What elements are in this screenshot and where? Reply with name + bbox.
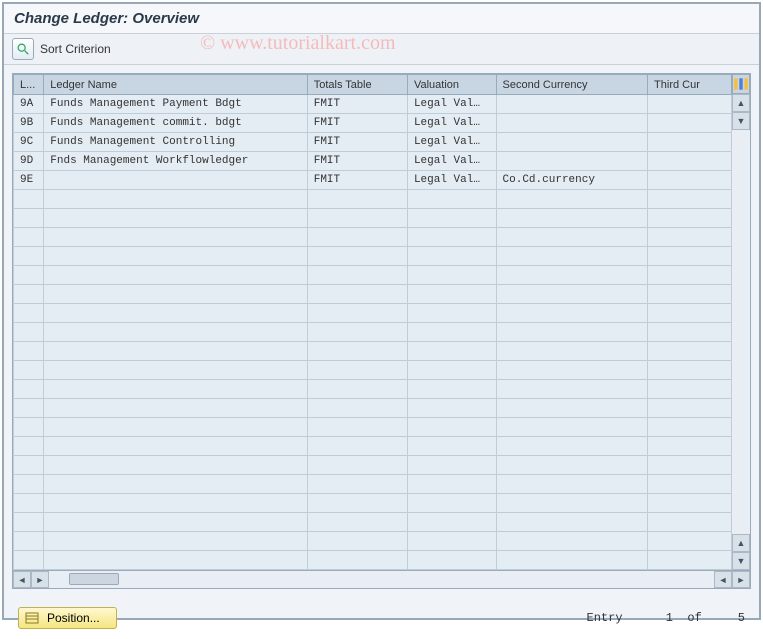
table-row-empty[interactable] — [14, 323, 732, 342]
vertical-scrollbar[interactable]: ▲ ▼ ▲ ▼ — [732, 74, 750, 570]
cell-valuation[interactable]: Legal Val… — [407, 152, 496, 171]
cell-l[interactable]: 9A — [14, 95, 44, 114]
col-header-name[interactable]: Ledger Name — [44, 75, 307, 95]
col-header-valuation[interactable]: Valuation — [407, 75, 496, 95]
cell-l[interactable]: 9D — [14, 152, 44, 171]
table-row[interactable]: 9BFunds Management commit. bdgtFMITLegal… — [14, 114, 732, 133]
col-header-second[interactable]: Second Currency — [496, 75, 648, 95]
scroll-up2-icon[interactable]: ▲ — [732, 534, 750, 552]
h-scroll-thumb[interactable] — [69, 573, 119, 585]
table-row-empty[interactable] — [14, 304, 732, 323]
table-row-empty[interactable] — [14, 209, 732, 228]
table-row-empty[interactable] — [14, 361, 732, 380]
cell-third[interactable] — [648, 95, 732, 114]
cell-name[interactable] — [44, 171, 307, 190]
cell-second[interactable] — [496, 95, 648, 114]
sort-criterion-label[interactable]: Sort Criterion — [40, 42, 111, 56]
cell-totals[interactable]: FMIT — [307, 152, 407, 171]
cell-valuation[interactable]: Legal Val… — [407, 114, 496, 133]
col-header-third[interactable]: Third Cur — [648, 75, 732, 95]
table-row-empty[interactable] — [14, 475, 732, 494]
col-header-l[interactable]: L... — [14, 75, 44, 95]
table-config-button[interactable] — [732, 74, 750, 94]
cell-totals[interactable]: FMIT — [307, 133, 407, 152]
cell-l[interactable]: 9C — [14, 133, 44, 152]
cell-name[interactable]: Funds Management Controlling — [44, 133, 307, 152]
cell-second[interactable]: Co.Cd.currency — [496, 171, 648, 190]
table-row[interactable]: 9DFnds Management WorkflowledgerFMITLega… — [14, 152, 732, 171]
table-row-empty[interactable] — [14, 342, 732, 361]
scroll-right-icon[interactable]: ► — [31, 571, 49, 588]
scroll-right2-icon[interactable]: ► — [732, 571, 750, 588]
table-row-empty[interactable] — [14, 437, 732, 456]
cell-l[interactable]: 9E — [14, 171, 44, 190]
footer: Position... Entry 1 of 5 — [4, 597, 759, 639]
v-scroll-track[interactable] — [732, 130, 750, 534]
cell-totals[interactable]: FMIT — [307, 171, 407, 190]
table-row-empty[interactable] — [14, 399, 732, 418]
detail-button[interactable] — [12, 38, 34, 60]
horizontal-scrollbar[interactable]: ◄ ► ◄ ► — [13, 570, 750, 588]
columns-icon — [733, 76, 749, 92]
cell-second[interactable] — [496, 152, 648, 171]
cell-totals[interactable]: FMIT — [307, 114, 407, 133]
cell-valuation[interactable]: Legal Val… — [407, 171, 496, 190]
cell-third[interactable] — [648, 152, 732, 171]
position-icon — [25, 611, 39, 625]
table-header-row: L... Ledger Name Totals Table Valuation … — [14, 75, 732, 95]
table-row-empty[interactable] — [14, 380, 732, 399]
scroll-up-icon[interactable]: ▲ — [732, 94, 750, 112]
scroll-down2-icon[interactable]: ▼ — [732, 552, 750, 570]
magnifier-icon — [16, 42, 30, 56]
table-row-empty[interactable] — [14, 532, 732, 551]
cell-valuation[interactable]: Legal Val… — [407, 133, 496, 152]
position-button[interactable]: Position... — [18, 607, 117, 629]
cell-second[interactable] — [496, 114, 648, 133]
scroll-down-icon[interactable]: ▼ — [732, 112, 750, 130]
position-label: Position... — [47, 611, 100, 625]
table-row-empty[interactable] — [14, 266, 732, 285]
ledger-table: L... Ledger Name Totals Table Valuation … — [13, 74, 732, 570]
table-row[interactable]: 9E FMITLegal Val…Co.Cd.currency — [14, 171, 732, 190]
cell-name[interactable]: Funds Management Payment Bdgt — [44, 95, 307, 114]
table-row-empty[interactable] — [14, 551, 732, 570]
table-row-empty[interactable] — [14, 513, 732, 532]
table-row-empty[interactable] — [14, 456, 732, 475]
sap-window: Change Ledger: Overview Sort Criterion ©… — [2, 2, 761, 620]
table-row-empty[interactable] — [14, 190, 732, 209]
h-scroll-track[interactable] — [49, 571, 714, 588]
table-row-empty[interactable] — [14, 494, 732, 513]
cell-name[interactable]: Funds Management commit. bdgt — [44, 114, 307, 133]
table-row[interactable]: 9AFunds Management Payment BdgtFMITLegal… — [14, 95, 732, 114]
entry-info: Entry 1 of 5 — [587, 611, 745, 625]
cell-totals[interactable]: FMIT — [307, 95, 407, 114]
table-area: L... Ledger Name Totals Table Valuation … — [12, 73, 751, 589]
cell-l[interactable]: 9B — [14, 114, 44, 133]
cell-name[interactable]: Fnds Management Workflowledger — [44, 152, 307, 171]
table-row[interactable]: 9CFunds Management ControllingFMITLegal … — [14, 133, 732, 152]
scroll-left-icon[interactable]: ◄ — [13, 571, 31, 588]
scroll-left2-icon[interactable]: ◄ — [714, 571, 732, 588]
table-row-empty[interactable] — [14, 228, 732, 247]
cell-valuation[interactable]: Legal Val… — [407, 95, 496, 114]
cell-third[interactable] — [648, 171, 732, 190]
table-row-empty[interactable] — [14, 285, 732, 304]
cell-third[interactable] — [648, 133, 732, 152]
toolbar: Sort Criterion — [4, 34, 759, 65]
cell-third[interactable] — [648, 114, 732, 133]
table-row-empty[interactable] — [14, 247, 732, 266]
cell-second[interactable] — [496, 133, 648, 152]
table-row-empty[interactable] — [14, 418, 732, 437]
page-title: Change Ledger: Overview — [4, 4, 759, 34]
col-header-totals[interactable]: Totals Table — [307, 75, 407, 95]
